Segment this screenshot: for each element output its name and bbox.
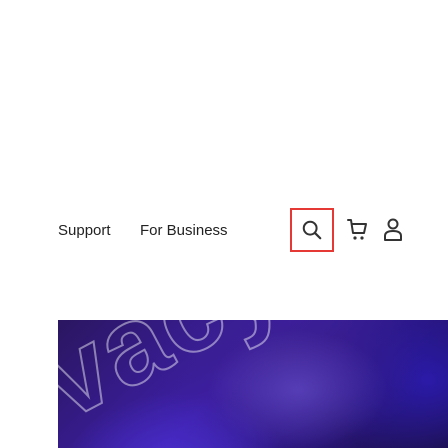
user-icon bbox=[384, 218, 402, 241]
header-nav: Support For Business bbox=[0, 200, 448, 260]
nav-link-for-business[interactable]: For Business bbox=[140, 223, 228, 239]
account-button[interactable] bbox=[378, 212, 408, 248]
cart-button[interactable] bbox=[342, 212, 372, 248]
page: Support For Business vacy bbox=[0, 0, 448, 448]
search-icon bbox=[302, 220, 322, 240]
hero-banner: vacy bbox=[58, 320, 448, 448]
search-button[interactable] bbox=[290, 208, 334, 252]
shopping-cart-icon bbox=[347, 219, 367, 240]
nav-link-support[interactable]: Support bbox=[58, 223, 111, 239]
